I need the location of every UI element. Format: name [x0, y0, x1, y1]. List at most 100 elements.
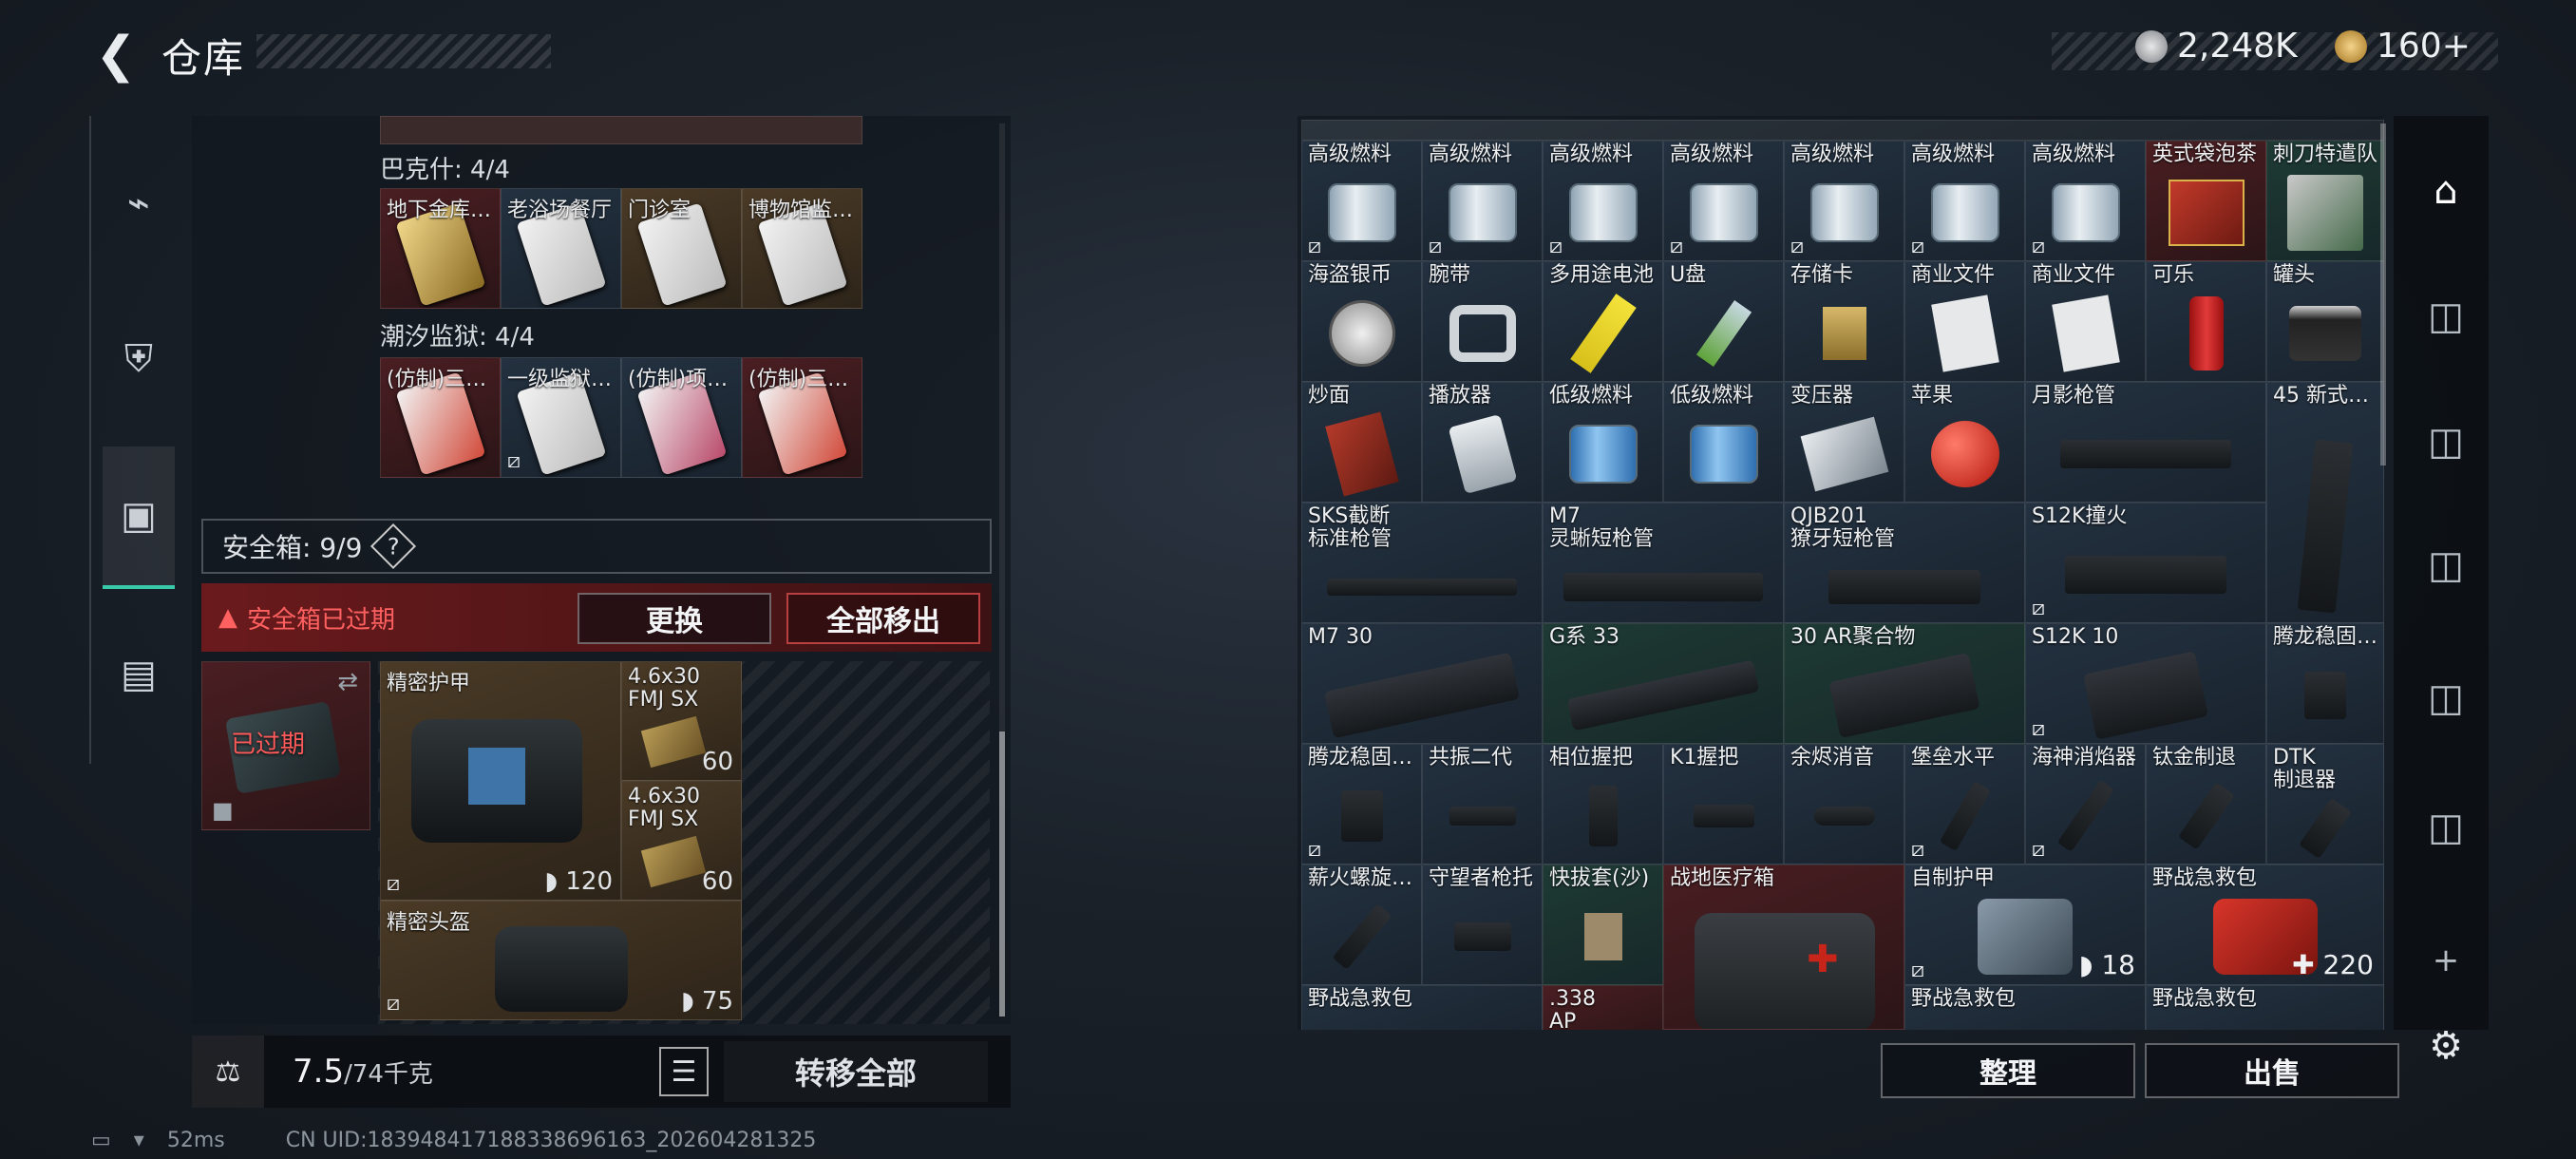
safe-item-ammo[interactable]: 4.6x30 FMJ SX 60 — [621, 661, 742, 781]
key-slot[interactable]: (仿制)项… — [621, 357, 742, 478]
item-m7-barrel[interactable]: M7 灵蜥短枪管 — [1543, 503, 1784, 623]
page-title: 仓库 — [161, 35, 246, 82]
item-attachment[interactable]: 相位握把 — [1543, 744, 1663, 864]
key-slot[interactable]: 地下金库… — [380, 188, 501, 309]
list-icon[interactable]: ☰ — [658, 1047, 709, 1096]
item-first-aid[interactable]: 野战急救包 — [1904, 985, 2146, 1030]
key-slot[interactable]: 老浴场餐厅 — [501, 188, 621, 309]
item-s12k-mag[interactable]: S12K 10 ⧄ — [2025, 623, 2266, 744]
item-fuel-low[interactable]: 低级燃料 — [1663, 382, 1784, 503]
key-slot[interactable]: (仿制)三… — [742, 357, 862, 478]
item-attachment[interactable]: 海神消焰器 ⧄ — [2025, 744, 2146, 864]
item-cola[interactable]: 可乐 — [2146, 261, 2266, 382]
item-bayonet-team[interactable]: 刺刀特遣队 — [2266, 141, 2384, 261]
item-fuel-high[interactable]: 高级燃料 ⧄ — [1543, 141, 1663, 261]
add-page-icon[interactable]: + — [2413, 927, 2479, 994]
remove-all-button[interactable]: 全部移出 — [786, 593, 980, 644]
tab-armor[interactable]: ⛨ — [103, 323, 175, 395]
item-g-mag[interactable]: G系 33 — [1543, 623, 1784, 744]
item-attachment[interactable]: 共振二代 — [1422, 744, 1543, 864]
item-fuel-high[interactable]: 高级燃料 ⧄ — [1301, 141, 1422, 261]
safebox-slot[interactable]: 已过期 ⇄ ■ — [201, 661, 370, 830]
item-attachment[interactable]: K1握把 — [1663, 744, 1784, 864]
key-slot[interactable]: 博物馆监… — [742, 188, 862, 309]
item-ar-mag[interactable]: 30 AR聚合物 — [1784, 623, 2025, 744]
item-first-aid[interactable]: 野战急救包 ✚ 220 — [2146, 864, 2384, 985]
item-s12k-bumpfire[interactable]: S12K撞火 ⧄ — [2025, 503, 2266, 623]
shield-icon: ◗ — [544, 867, 566, 896]
currency-coins[interactable]: 2,248K — [2135, 27, 2298, 66]
item-attachment[interactable]: 堡垒水平 ⧄ — [1904, 744, 2025, 864]
item-tea[interactable]: 英式袋泡茶 — [2146, 141, 2266, 261]
settings-gear-icon[interactable]: ⚙ — [2413, 1013, 2479, 1079]
item-business-doc[interactable]: 商业文件 — [2025, 261, 2146, 382]
item-sks-barrel[interactable]: SKS截断 标准枪管 — [1301, 503, 1543, 623]
tab-weapons[interactable]: ⌁ — [103, 167, 175, 239]
currency-premium[interactable]: 160+ — [2335, 27, 2471, 66]
item-armor[interactable]: 自制护甲 ⧄ ◗ 18 — [1904, 864, 2146, 985]
item-attachment[interactable]: DTK 制退器 — [2266, 744, 2384, 864]
safe-item-ammo[interactable]: 4.6x30 FMJ SX 60 — [621, 781, 742, 901]
item-first-aid[interactable]: 野战急救包 — [1301, 985, 1543, 1030]
item-fuel-high[interactable]: 高级燃料 ⧄ — [1784, 141, 1904, 261]
grip-icon — [2304, 672, 2346, 719]
item-attachment[interactable]: 守望者枪托 — [1422, 864, 1543, 985]
key-slot[interactable]: 门诊室 — [621, 188, 742, 309]
item-attachment[interactable]: 薪火螺旋… — [1301, 864, 1422, 985]
key-slot[interactable]: 一级监狱… ⧄ — [501, 357, 621, 478]
right-scrollbar[interactable] — [2380, 124, 2386, 466]
fuel-can-icon — [1809, 183, 1879, 242]
item-fuel-high[interactable]: 高级燃料 ⧄ — [1904, 141, 2025, 261]
sell-button[interactable]: 出售 — [2145, 1043, 2399, 1098]
replace-button[interactable]: 更换 — [578, 593, 771, 644]
item-first-aid[interactable]: 野战急救包 — [2146, 985, 2384, 1030]
item-medical-case[interactable]: 战地医疗箱 ✚ — [1663, 864, 1904, 1030]
item-tenglong-grip[interactable]: 腾龙稳固… — [2266, 623, 2384, 744]
item-fuel-low[interactable]: 低级燃料 — [1543, 382, 1663, 503]
item-player[interactable]: 播放器 — [1422, 382, 1543, 503]
storage-page-add-icon[interactable]: ◫ — [2413, 794, 2479, 861]
warning-icon: ▲ — [218, 603, 237, 632]
item-fuel-high[interactable]: 高级燃料 ⧄ — [1422, 141, 1543, 261]
item-fuel-high[interactable]: 高级燃料 ⧄ — [1663, 141, 1784, 261]
fuel-can-icon — [1689, 183, 1758, 242]
item-m7-mag[interactable]: M7 30 — [1301, 623, 1543, 744]
item-battery[interactable]: 多用途电池 — [1543, 261, 1663, 382]
item-memory-card[interactable]: 存储卡 — [1784, 261, 1904, 382]
item-ammo-338[interactable]: .338 AP — [1543, 985, 1663, 1030]
back-button[interactable]: ❮ — [87, 27, 144, 84]
left-scrollbar[interactable] — [999, 124, 1005, 1016]
vest-icon: ⛨ — [124, 337, 153, 381]
storage-page-3-icon[interactable]: ◫ — [2413, 283, 2479, 350]
item-attachment[interactable]: 余烬消音 — [1784, 744, 1904, 864]
safe-item-armor[interactable]: 精密护甲 ⧄ ◗ 120 — [380, 661, 621, 901]
item-attachment[interactable]: 钛金制退 — [2146, 744, 2266, 864]
item-transformer[interactable]: 变压器 — [1784, 382, 1904, 503]
item-attachment[interactable]: 快拔套(沙) — [1543, 864, 1663, 985]
item-business-doc[interactable]: 商业文件 — [1904, 261, 2025, 382]
item-noodles[interactable]: 炒面 — [1301, 382, 1422, 503]
tab-case[interactable]: ▤ — [103, 638, 175, 711]
sort-button[interactable]: 整理 — [1881, 1043, 2135, 1098]
transfer-all-button[interactable]: 转移全部 — [723, 1041, 988, 1102]
key-slot[interactable]: (仿制)三… — [380, 357, 501, 478]
storage-page-3b-icon[interactable]: ◫ — [2413, 665, 2479, 732]
home-storage-icon[interactable]: ⌂ — [2413, 158, 2479, 224]
tab-backpack[interactable]: ▣ — [103, 446, 175, 589]
item-fuel-high[interactable]: 高级燃料 ⧄ — [2025, 141, 2146, 261]
item-moonshadow-barrel[interactable]: 月影枪管 — [2025, 382, 2266, 503]
noodle-pack-icon — [1324, 411, 1399, 497]
storage-page-4-icon[interactable]: ◫ — [2413, 408, 2479, 475]
storage-page-4b-icon[interactable]: ◫ — [2413, 532, 2479, 598]
item-wristband[interactable]: 腕带 — [1422, 261, 1543, 382]
item-qjb-barrel[interactable]: QJB201 獠牙短枪管 — [1784, 503, 2025, 623]
swap-icon: ⇄ — [337, 668, 358, 696]
item-canned-food[interactable]: 罐头 — [2266, 261, 2384, 382]
help-button[interactable]: ? — [370, 522, 417, 570]
safe-item-helmet[interactable]: 精密头盔 ⧄ ◗ 75 — [380, 901, 742, 1020]
item-apple[interactable]: 苹果 — [1904, 382, 2025, 503]
item-45-new[interactable]: 45 新式… — [2266, 382, 2384, 623]
item-attachment[interactable]: 腾龙稳固… ⧄ — [1301, 744, 1422, 864]
item-pirate-coin[interactable]: 海盗银币 — [1301, 261, 1422, 382]
item-usb[interactable]: U盘 — [1663, 261, 1784, 382]
